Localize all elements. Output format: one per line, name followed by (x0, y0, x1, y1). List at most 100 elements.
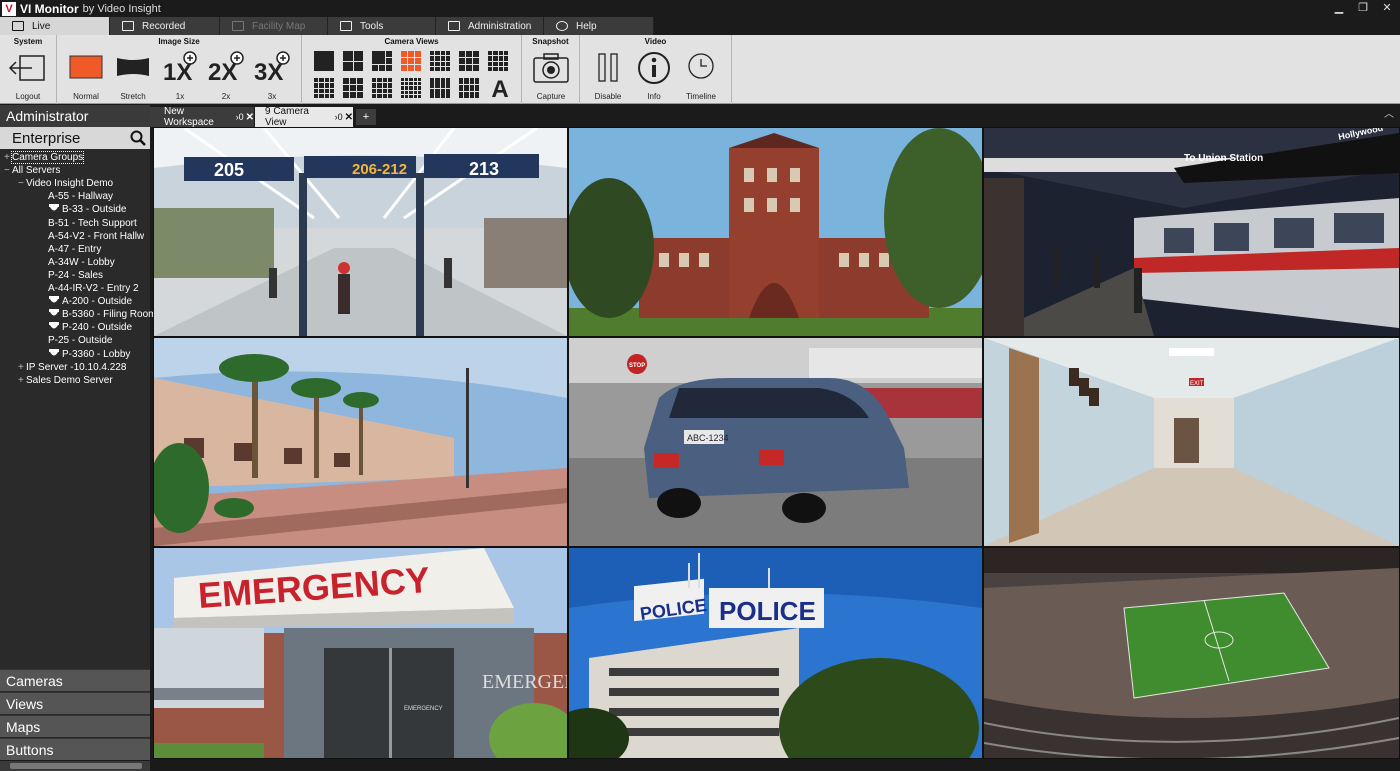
tree-item[interactable]: + IP Server -10.10.4.228 (18, 361, 126, 374)
tree-item[interactable]: P-24 - Sales (40, 269, 103, 282)
app-logo-icon: V (2, 1, 16, 16)
tab-administration[interactable]: Administration (436, 17, 544, 35)
workspace-tab-9-camera[interactable]: 9 Camera View ›0 ✕ (255, 106, 353, 128)
toolbox-icon (340, 21, 352, 31)
app-title: VI Monitor (20, 1, 79, 16)
camera-view-2x2-button[interactable] (343, 51, 363, 71)
stretch-label: Stretch (120, 92, 146, 101)
maps-panel-button[interactable]: Maps (0, 715, 150, 737)
collapse-icon[interactable]: − (4, 164, 12, 177)
text-view-button[interactable]: A (488, 78, 512, 103)
tree-item[interactable]: + Sales Demo Server (18, 374, 113, 387)
tab-live[interactable]: Live (0, 17, 110, 35)
camera-view-3x3-button[interactable] (401, 51, 421, 71)
tree-item[interactable]: A-34W - Lobby (40, 256, 115, 269)
search-icon[interactable] (130, 130, 146, 146)
camera-view-1x1-button[interactable] (314, 51, 334, 71)
disable-button[interactable]: Disable (588, 51, 628, 101)
camera-tile-airport[interactable]: 205 206-212 213 (154, 128, 567, 336)
tree-item-label: P-3360 - Lobby (62, 348, 131, 360)
snapshot-group: Snapshot Capture (522, 35, 580, 104)
camera-views-group: Camera Views A (302, 35, 522, 104)
tree-item[interactable]: A-55 - Hallway (40, 190, 113, 203)
scrollbar-thumb[interactable] (10, 763, 142, 769)
camera-tile-hallway[interactable]: EXIT (984, 338, 1399, 546)
tree-item-label: P-240 - Outside (62, 322, 133, 334)
tree-item[interactable]: A-47 - Entry (40, 243, 101, 256)
camera-view-4x4-c-button[interactable] (372, 78, 392, 98)
zoom-1x-button[interactable]: 1X 1x (160, 51, 200, 101)
stretch-button[interactable]: Stretch (113, 51, 153, 101)
tab-help[interactable]: Help (544, 17, 654, 35)
camera-view-4x3-button[interactable] (459, 78, 479, 98)
tab-label: Help (576, 20, 597, 32)
camera-view-4x2-button[interactable] (430, 78, 450, 98)
monitor-icon (12, 21, 24, 31)
zoom-1x-icon: 1X (163, 51, 197, 86)
tree-item[interactable]: + Camera Groups (4, 151, 85, 164)
expand-icon[interactable]: + (18, 361, 26, 374)
restore-button[interactable]: ❐ (1356, 1, 1370, 14)
close-tab-icon[interactable]: ›0 ✕ (236, 112, 254, 123)
emergency-sign-2: EMERGEN (482, 671, 567, 693)
info-button[interactable]: Info (634, 51, 674, 101)
camera-tile-parking[interactable]: ABC-1234 STOP (569, 338, 982, 546)
timeline-button[interactable]: Timeline (681, 51, 721, 101)
tree-item-label: A-47 - Entry (48, 243, 102, 255)
expand-icon[interactable]: + (4, 151, 12, 164)
zoom-2x-button[interactable]: 2X 2x (206, 51, 246, 101)
logout-button[interactable]: Logout (8, 51, 48, 101)
tree-item[interactable]: − All Servers (4, 164, 60, 177)
close-tab-icon[interactable]: ›0 ✕ (335, 112, 353, 123)
tree-item-label: A-200 - Outside (62, 296, 133, 308)
map-icon (232, 21, 244, 31)
collapse-ribbon-icon[interactable]: ︿ (1384, 105, 1394, 120)
capture-button[interactable]: Capture (531, 51, 571, 101)
camera-tile-stadium[interactable] (984, 548, 1399, 758)
tree-item[interactable]: A-200 - Outside (40, 295, 132, 308)
tree-item[interactable]: A-44-IR-V2 - Entry 2 (40, 282, 139, 295)
workspace-tab-new[interactable]: New Workspace ›0 ✕ (150, 106, 254, 128)
camera-view-4x4-b-button[interactable] (314, 78, 334, 98)
tab-recorded[interactable]: Recorded (110, 17, 220, 35)
camera-view-5x5-button[interactable] (401, 78, 421, 98)
buttons-panel-button[interactable]: Buttons (0, 738, 150, 760)
views-panel-button[interactable]: Views (0, 692, 150, 714)
tree-scrollbar[interactable] (0, 761, 150, 771)
normal-button[interactable]: Normal (66, 51, 106, 101)
minimize-button[interactable]: ▁ (1332, 1, 1346, 14)
airport-feed: 205 206-212 213 (154, 128, 567, 336)
group-title: System (13, 37, 43, 46)
camera-view-4x4-button[interactable] (430, 51, 450, 71)
camera-view-1-plus-5-button[interactable] (372, 51, 392, 71)
stadium-feed (984, 548, 1399, 758)
close-button[interactable]: ✕ (1380, 1, 1394, 14)
camera-tile-hospital[interactable]: EMERGENCY EMERGENCY EMERGEN (154, 548, 567, 758)
enterprise-label: Enterprise (12, 129, 81, 147)
campus-feed (569, 128, 982, 336)
tab-facility-map[interactable]: Facility Map (220, 17, 328, 35)
tab-tools[interactable]: Tools (328, 17, 436, 35)
tree-item[interactable]: P-3360 - Lobby (40, 348, 130, 361)
expand-icon[interactable]: + (18, 374, 26, 387)
tree-item[interactable]: A-54-V2 - Front Hallw (40, 230, 144, 243)
camera-tile-police[interactable]: POLICE POLICE (569, 548, 982, 758)
dome-camera-icon (48, 296, 60, 305)
tree-item[interactable]: B-33 - Outside (40, 203, 126, 216)
collapse-icon[interactable]: − (18, 177, 26, 190)
camera-view-4x4-alt-button[interactable] (488, 51, 508, 71)
zoom-3x-button[interactable]: 3X 3x (252, 51, 292, 101)
camera-tile-campus[interactable] (569, 128, 982, 336)
camera-tile-plaza[interactable] (154, 338, 567, 546)
dome-camera-icon (48, 348, 60, 358)
tree-item[interactable]: B-5360 - Filing Room (40, 308, 156, 321)
cameras-panel-button[interactable]: Cameras (0, 669, 150, 691)
camera-view-3x3-b-button[interactable] (343, 78, 363, 98)
tree-item[interactable]: P-25 - Outside (40, 334, 112, 347)
tree-item[interactable]: B-51 - Tech Support (40, 217, 137, 230)
add-workspace-button[interactable]: + (356, 109, 376, 125)
camera-view-3x3-alt-button[interactable] (459, 51, 479, 71)
tree-item[interactable]: P-240 - Outside (40, 321, 132, 334)
tree-item[interactable]: − Video Insight Demo (18, 177, 113, 190)
camera-tile-subway[interactable]: To Union Station Hollywood (984, 128, 1399, 336)
